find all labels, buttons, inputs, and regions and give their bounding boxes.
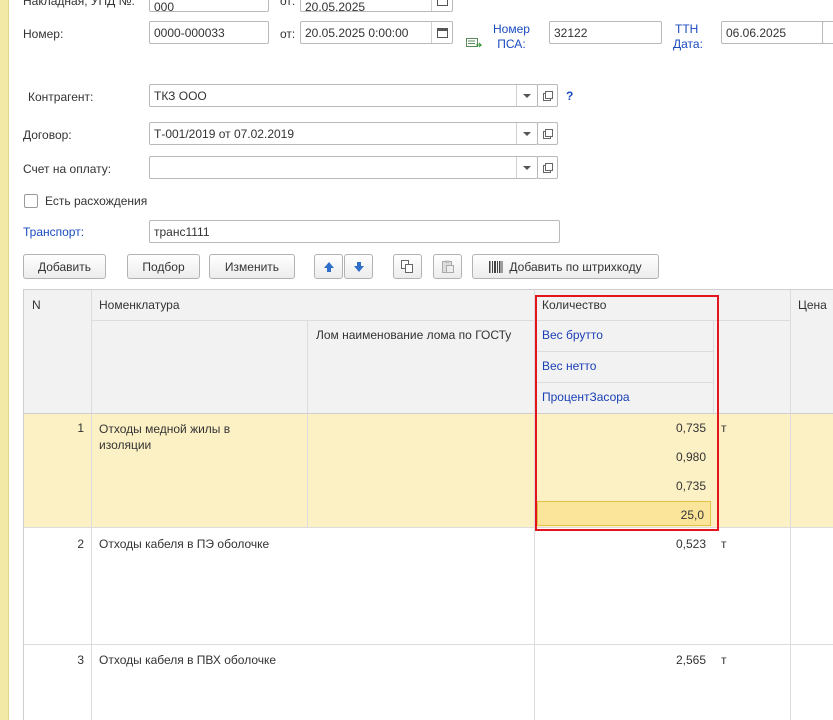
- open-form-icon: [542, 90, 553, 101]
- row-1-nomenclature[interactable]: Отходы медной жилы в изоляции: [99, 421, 230, 453]
- row-3-unit: т: [721, 653, 727, 667]
- arrow-up-icon: [323, 261, 334, 272]
- edit-button[interactable]: Изменить: [209, 254, 295, 279]
- waybill-from-label: от:: [280, 0, 296, 8]
- waybill-label: Накладная, УПД №:: [23, 0, 135, 8]
- chevron-down-icon[interactable]: [516, 85, 537, 106]
- barcode-icon: [489, 260, 503, 273]
- arrow-down-icon: [353, 261, 364, 272]
- invoice-label: Счет на оплату:: [23, 162, 112, 176]
- number-label: Номер:: [23, 27, 64, 41]
- col-header-net-weight[interactable]: Вес нетто: [542, 359, 596, 373]
- transport-field[interactable]: транс1111: [149, 220, 560, 243]
- move-down-button[interactable]: [344, 254, 373, 279]
- col-header-gross-weight[interactable]: Вес брутто: [542, 328, 603, 342]
- row-1-quantity[interactable]: 0,735: [534, 421, 706, 435]
- add-by-barcode-button[interactable]: Добавить по штрихкоду: [472, 254, 659, 279]
- paste-button[interactable]: [433, 254, 462, 279]
- open-counterparty-button[interactable]: [537, 84, 558, 107]
- invoice-field[interactable]: [149, 156, 538, 179]
- number-field[interactable]: 0000-000033: [149, 21, 269, 44]
- left-accent-strip: [0, 0, 9, 720]
- chevron-down-icon[interactable]: [516, 157, 537, 178]
- contract-field[interactable]: Т-001/2019 от 07.02.2019: [149, 122, 538, 145]
- add-button[interactable]: Добавить: [23, 254, 106, 279]
- ttn-date-calendar-edge[interactable]: [822, 21, 833, 44]
- row-3-quantity[interactable]: 2,565: [534, 653, 706, 667]
- copy-button[interactable]: [393, 254, 422, 279]
- calendar-icon[interactable]: [431, 22, 452, 43]
- ttn-date-field[interactable]: 06.06.2025: [721, 21, 825, 44]
- help-icon[interactable]: ?: [566, 89, 573, 103]
- copy-icon: [401, 260, 413, 273]
- discrepancy-checkbox[interactable]: [24, 194, 38, 208]
- row-2-unit: т: [721, 537, 727, 551]
- chevron-down-icon[interactable]: [516, 123, 537, 144]
- open-form-icon: [542, 162, 553, 173]
- waybill-date-field[interactable]: 20.05.2025: [300, 0, 453, 12]
- discrepancy-label: Есть расхождения: [45, 194, 148, 208]
- open-form-icon: [542, 128, 553, 139]
- counterparty-label: Контрагент:: [28, 90, 94, 104]
- row-2-number: 2: [77, 537, 84, 551]
- row-1-net-weight[interactable]: 0,735: [534, 479, 706, 493]
- date-from-label: от:: [280, 27, 296, 41]
- row-3-number: 3: [77, 653, 84, 667]
- row-3-nomenclature[interactable]: Отходы кабеля в ПВХ оболочке: [99, 653, 276, 667]
- document-link-icon[interactable]: [466, 38, 483, 53]
- ttn-date-label: ТТН Дата:: [673, 22, 703, 51]
- row-1-number: 1: [77, 421, 84, 435]
- counterparty-field[interactable]: ТКЗ ООО: [149, 84, 538, 107]
- calendar-icon[interactable]: [431, 0, 452, 11]
- items-table: N Номенклатура Лом наименование лома по …: [23, 289, 833, 720]
- col-header-price[interactable]: Цена: [798, 298, 827, 312]
- row-2-quantity[interactable]: 0,523: [534, 537, 706, 551]
- open-invoice-button[interactable]: [537, 156, 558, 179]
- transport-label[interactable]: Транспорт:: [23, 225, 84, 239]
- col-header-n[interactable]: N: [32, 298, 41, 312]
- col-header-scrap-name[interactable]: Лом наименование лома по ГОСТу: [316, 328, 511, 342]
- row-1-contamination-input[interactable]: 25,0: [537, 501, 711, 526]
- contract-label: Договор:: [23, 128, 72, 142]
- move-up-button[interactable]: [314, 254, 343, 279]
- col-header-contamination[interactable]: ПроцентЗасора: [542, 390, 630, 404]
- col-header-nomenclature[interactable]: Номенклатура: [99, 298, 180, 312]
- psa-number-label: Номер ПСА:: [493, 22, 530, 51]
- document-date-field[interactable]: 20.05.2025 0:00:00: [300, 21, 453, 44]
- open-contract-button[interactable]: [537, 122, 558, 145]
- psa-number-field[interactable]: 32122: [549, 21, 662, 44]
- row-1-unit: т: [721, 421, 727, 435]
- paste-icon: [442, 260, 454, 273]
- select-button[interactable]: Подбор: [127, 254, 200, 279]
- row-2-nomenclature[interactable]: Отходы кабеля в ПЭ оболочке: [99, 537, 269, 551]
- col-header-quantity[interactable]: Количество: [542, 298, 606, 312]
- row-1-gross-weight[interactable]: 0,980: [534, 450, 706, 464]
- waybill-number-field[interactable]: 000: [149, 0, 269, 12]
